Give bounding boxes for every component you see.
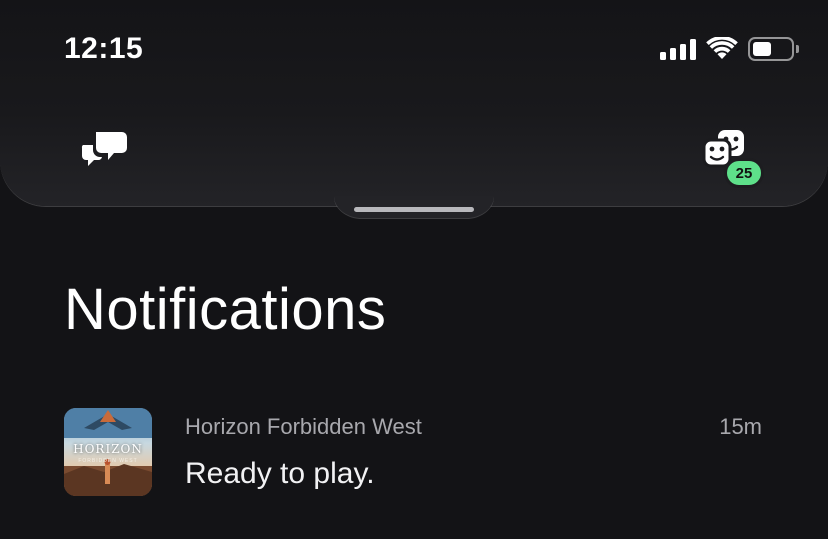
cellular-signal-icon bbox=[660, 38, 696, 60]
chat-bubbles-icon bbox=[81, 132, 127, 166]
friends-count-badge: 25 bbox=[724, 158, 764, 188]
game-thumbnail-title: HORIZON bbox=[73, 442, 143, 456]
wifi-icon bbox=[706, 37, 738, 59]
notification-message: Ready to play. bbox=[185, 457, 375, 490]
status-icons bbox=[660, 36, 799, 62]
battery-icon bbox=[748, 37, 799, 61]
header-panel bbox=[0, 0, 828, 206]
page-title: Notifications bbox=[64, 277, 387, 342]
notification-source: Horizon Forbidden West bbox=[185, 414, 422, 439]
status-time: 12:15 bbox=[64, 32, 144, 65]
app-screen: 12:15 25 Notifications HORIZON FORBIDDEN… bbox=[0, 0, 828, 539]
notification-item[interactable]: HORIZON FORBIDDEN WEST Horizon Forbidden… bbox=[0, 400, 828, 510]
game-thumbnail: HORIZON FORBIDDEN WEST bbox=[64, 408, 152, 496]
notification-time: 15m bbox=[719, 414, 762, 439]
chat-button[interactable] bbox=[80, 128, 128, 170]
drag-handle[interactable] bbox=[354, 207, 474, 212]
game-thumbnail-subtitle: FORBIDDEN WEST bbox=[78, 458, 138, 464]
